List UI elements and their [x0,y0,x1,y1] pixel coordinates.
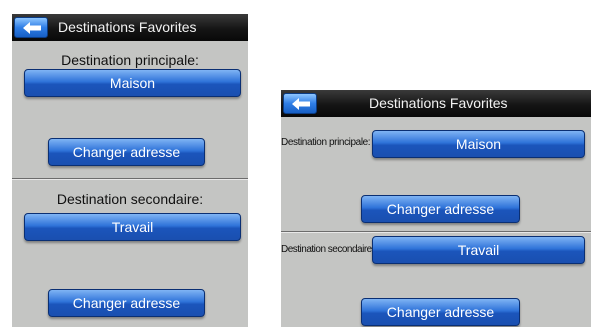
change-secondary-address-button[interactable]: Changer adresse [361,298,520,326]
primary-destination-label: Destination principale: [61,52,199,68]
title-bar: Destinations Favorites [281,90,591,117]
primary-destination-button[interactable]: Maison [372,130,585,158]
back-arrow-icon [23,22,41,34]
page-title: Destinations Favorites [58,19,197,35]
favorites-screen-portrait: Destinations Favorites Destination princ… [12,14,248,327]
change-primary-address-button[interactable]: Changer adresse [361,195,520,223]
secondary-destination-label: Destination secondaire: [56,191,204,207]
change-primary-address-button[interactable]: Changer adresse [48,138,205,166]
page-title: Destinations Favorites [369,95,508,111]
primary-destination-button[interactable]: Maison [24,69,241,97]
section-divider [281,231,591,233]
title-bar: Destinations Favorites [12,14,248,41]
change-secondary-address-button[interactable]: Changer adresse [48,289,205,317]
back-arrow-icon [292,98,310,110]
favorites-screen-landscape: Destinations Favorites Destination princ… [281,90,591,327]
primary-destination-label: Destination principale: [281,137,371,148]
secondary-destination-label: Destination secondaire: [281,244,375,255]
secondary-destination-button[interactable]: Travail [24,213,241,241]
back-button[interactable] [14,17,48,38]
section-divider [12,178,248,180]
secondary-destination-button[interactable]: Travail [372,236,585,264]
back-button[interactable] [283,93,317,114]
